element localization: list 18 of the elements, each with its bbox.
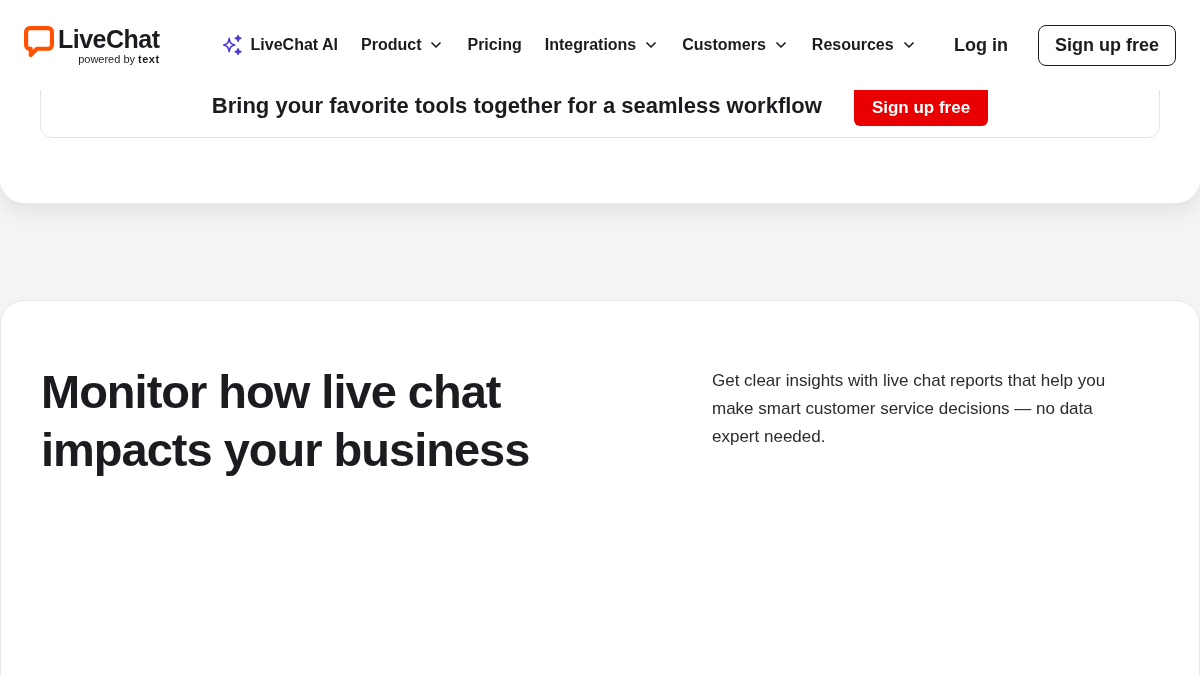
sign-up-button[interactable]: Sign up free [1038, 24, 1176, 66]
sparkles-icon [222, 35, 242, 55]
nav-link[interactable]: Pricing [467, 33, 522, 57]
login-link[interactable]: Log in [954, 31, 1008, 59]
nav-dropdown[interactable]: Resources [811, 33, 917, 57]
livechat-logo[interactable]: LiveChat powered by text [24, 24, 160, 66]
nav-dropdown[interactable]: Integrations [544, 33, 660, 57]
section-description: Get clear insights with live chat reports that help you make smart customer service decisions — no data expert needed. [712, 370, 1107, 448]
chat-bubble-logo-icon [24, 25, 54, 57]
nav-dropdown[interactable]: Customers [682, 33, 789, 57]
logo-tagline: powered by [78, 51, 136, 66]
banner-text: Bring your favorite tools together for a seamless workflow [211, 92, 822, 120]
sign-up-button[interactable]: Sign up free [853, 90, 989, 126]
logo-wordmark: LiveChat [58, 24, 160, 53]
nav-link[interactable]: LiveChat AI [222, 33, 338, 57]
nav-dropdown[interactable]: Product [361, 33, 445, 57]
section-heading: Monitor how live chat impacts your business [41, 364, 531, 478]
brand-wordmark: text [138, 51, 160, 66]
